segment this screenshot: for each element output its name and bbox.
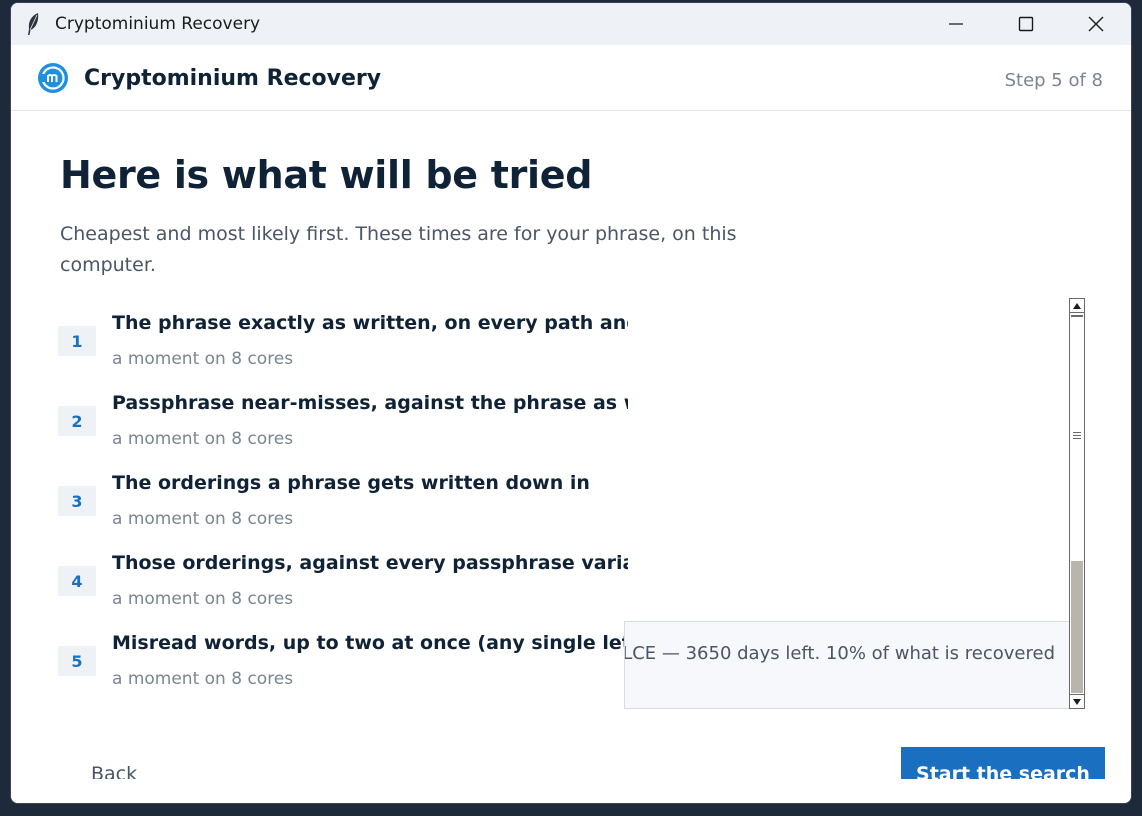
item-number: 1 bbox=[58, 326, 96, 356]
item-estimate: a moment on 8 cores bbox=[112, 349, 294, 369]
close-icon bbox=[1088, 16, 1104, 32]
notice-panel: LCE — 3650 days left. 10% of what is rec… bbox=[624, 621, 1070, 709]
minimize-icon bbox=[949, 23, 963, 25]
title-bar: Cryptominium Recovery bbox=[11, 3, 1131, 45]
maximize-icon bbox=[1018, 16, 1034, 32]
scroll-track-edge bbox=[1071, 315, 1083, 317]
scroll-thumb[interactable] bbox=[1071, 561, 1083, 693]
scroll-down-button[interactable] bbox=[1070, 694, 1084, 708]
item-title: Those orderings, against every passphras… bbox=[112, 552, 628, 574]
item-title: Passphrase near-misses, against the phra… bbox=[112, 392, 628, 414]
strategy-list: 1 The phrase exactly as written, on ever… bbox=[58, 309, 628, 709]
app-window: Cryptominium Recovery Cryptominium Recov… bbox=[10, 2, 1132, 804]
page-title: Here is what will be tried bbox=[60, 153, 593, 197]
item-estimate: a moment on 8 cores bbox=[112, 429, 294, 449]
footer-clip bbox=[11, 779, 1131, 803]
list-item: 3 The orderings a phrase gets written do… bbox=[58, 469, 628, 549]
item-title: The phrase exactly as written, on every … bbox=[112, 312, 628, 334]
item-title: Misread words, up to two at once (any si… bbox=[112, 632, 628, 654]
page-subtitle: Cheapest and most likely first. These ti… bbox=[60, 223, 737, 276]
vertical-scrollbar[interactable] bbox=[1069, 298, 1085, 709]
triangle-down-icon bbox=[1073, 698, 1081, 705]
feather-icon bbox=[28, 13, 39, 35]
item-estimate: a moment on 8 cores bbox=[112, 509, 294, 529]
item-number: 3 bbox=[58, 486, 96, 516]
triangle-up-icon bbox=[1073, 302, 1081, 309]
close-button[interactable] bbox=[1061, 3, 1131, 45]
item-number: 4 bbox=[58, 566, 96, 596]
maximize-button[interactable] bbox=[991, 3, 1061, 45]
step-indicator: Step 5 of 8 bbox=[1004, 70, 1103, 91]
window-title: Cryptominium Recovery bbox=[55, 14, 261, 34]
cryptominium-logo-icon bbox=[38, 63, 68, 93]
list-item: 1 The phrase exactly as written, on ever… bbox=[58, 309, 628, 389]
notice-text: LCE — 3650 days left. 10% of what is rec… bbox=[624, 643, 1055, 664]
item-title: The orderings a phrase gets written down… bbox=[112, 472, 590, 494]
item-number: 5 bbox=[58, 646, 96, 676]
item-estimate: a moment on 8 cores bbox=[112, 669, 294, 689]
app-header: Cryptominium Recovery Step 5 of 8 bbox=[11, 45, 1131, 111]
scroll-up-button[interactable] bbox=[1070, 299, 1084, 313]
list-item: 4 Those orderings, against every passphr… bbox=[58, 549, 628, 629]
list-item: 5 Misread words, up to two at once (any … bbox=[58, 629, 628, 709]
item-number: 2 bbox=[58, 406, 96, 436]
list-item: 2 Passphrase near-misses, against the ph… bbox=[58, 389, 628, 469]
scroll-grip bbox=[1073, 432, 1081, 440]
app-name: Cryptominium Recovery bbox=[84, 66, 382, 91]
item-estimate: a moment on 8 cores bbox=[112, 589, 294, 609]
minimize-button[interactable] bbox=[921, 3, 991, 45]
